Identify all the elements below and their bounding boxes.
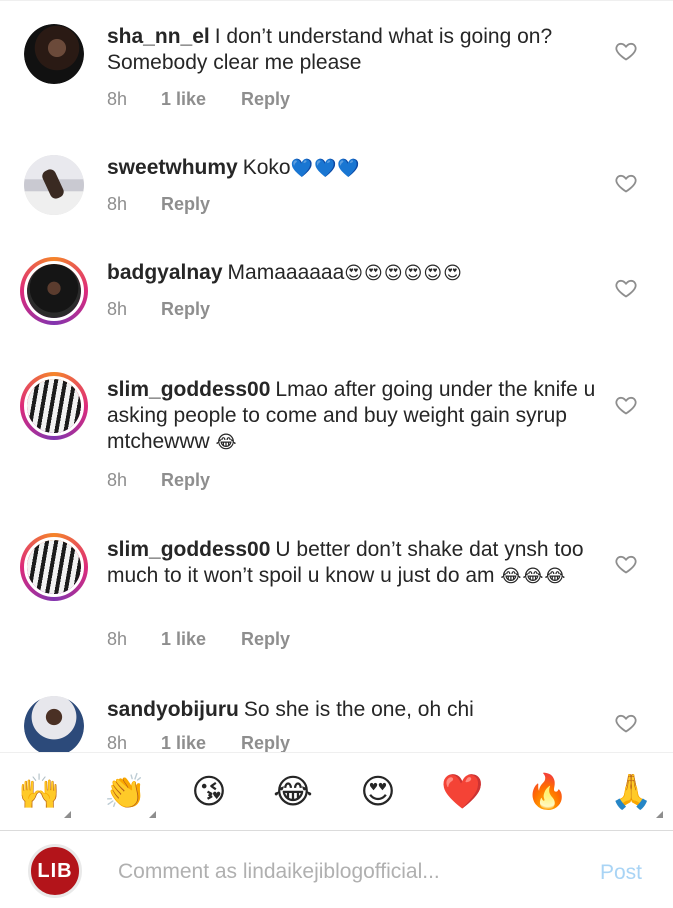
reply-button[interactable]: Reply: [241, 733, 290, 752]
heart-eyes-emoji[interactable]: 😍: [357, 771, 399, 813]
comment-text: So she is the one, oh chi: [243, 698, 474, 721]
comment-time: 8h: [107, 733, 128, 752]
avatar[interactable]: [24, 696, 84, 752]
skin-tone-indicator: [64, 811, 71, 818]
skin-tone-indicator: [149, 811, 156, 818]
red-heart-emoji[interactable]: ❤️: [441, 771, 483, 813]
comment-meta: 8h 1 like Reply: [107, 733, 290, 752]
comment-body: sandyobijuru So she is the one, oh chi: [107, 697, 597, 723]
comment-username[interactable]: sandyobijuru: [107, 698, 239, 721]
comment-item: sandyobijuru So she is the one, oh chi 8h…: [0, 0, 673, 752]
tears-of-joy-emoji[interactable]: 😂: [272, 771, 314, 813]
post-button[interactable]: Post: [600, 861, 642, 885]
comment-likes[interactable]: 1 like: [161, 733, 241, 752]
quick-emoji-bar: 🙌 👏 😘 😂 😍 ❤️ 🔥 🙏: [0, 752, 673, 830]
kiss-face-emoji[interactable]: 😘: [188, 771, 230, 813]
raising-hands-emoji[interactable]: 🙌: [18, 771, 60, 813]
comment-composer: LIB Post: [0, 830, 673, 908]
user-avatar-logo: LIB: [28, 844, 82, 898]
praying-hands-emoji[interactable]: 🙏: [610, 771, 652, 813]
like-heart-icon[interactable]: [614, 711, 638, 735]
comment-input[interactable]: [118, 857, 568, 887]
skin-tone-indicator: [656, 811, 663, 818]
clapping-hands-emoji[interactable]: 👏: [104, 771, 146, 813]
fire-emoji[interactable]: 🔥: [526, 771, 568, 813]
logo-text: LIB: [37, 859, 73, 882]
